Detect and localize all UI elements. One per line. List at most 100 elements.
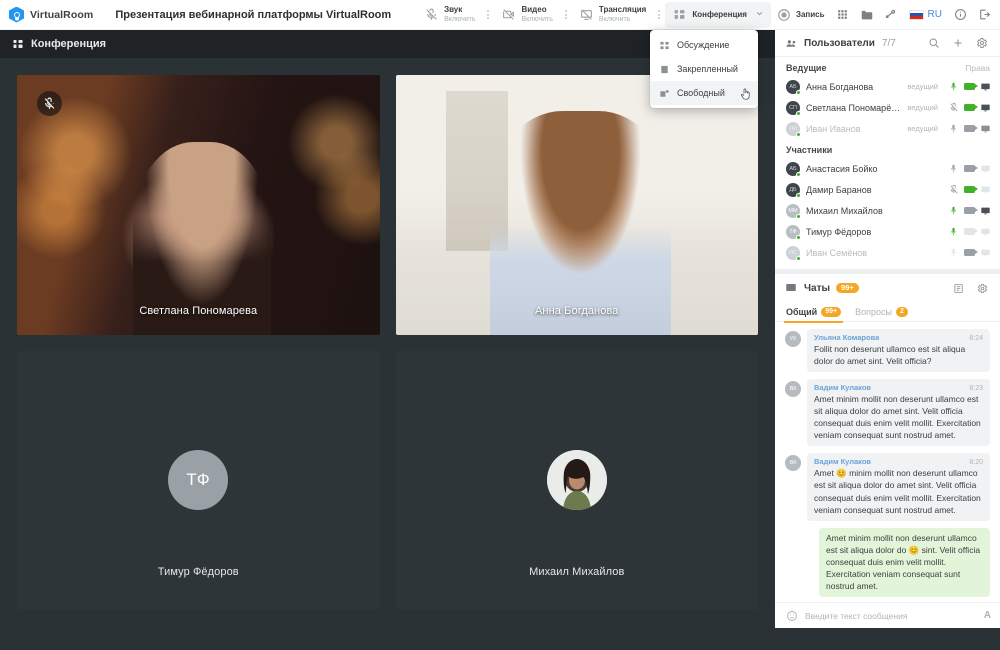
microphone-icon[interactable] bbox=[948, 205, 959, 216]
microphone-icon[interactable] bbox=[948, 247, 959, 258]
toolbar-record-button[interactable]: Запись bbox=[771, 7, 831, 22]
camera-icon[interactable] bbox=[964, 205, 975, 216]
user-row[interactable]: ИИ Иван Иванов ведущий bbox=[775, 118, 1000, 139]
toolbar-video-button[interactable]: Видео Включить bbox=[494, 2, 559, 28]
gear-icon[interactable] bbox=[973, 34, 991, 52]
microphone-icon[interactable] bbox=[948, 123, 959, 134]
toolbar-video-menu-button[interactable] bbox=[561, 10, 571, 19]
layout-grid-icon bbox=[672, 7, 687, 22]
microphone-off-icon bbox=[424, 7, 439, 22]
user-row[interactable]: ТФ Тимур Фёдоров bbox=[775, 221, 1000, 242]
apps-grid-icon[interactable] bbox=[832, 4, 854, 26]
chat-messages[interactable]: УК Ульяна Комарова 8:24 Follit non deser… bbox=[775, 322, 1000, 602]
toolbar-conference-mode-button[interactable]: Конференция bbox=[665, 2, 771, 28]
section-title: Ведущие bbox=[786, 63, 826, 73]
video-tile-name: Тимур Фёдоров bbox=[17, 566, 380, 578]
user-row[interactable]: СП Светлана Пономарёва… ведущий bbox=[775, 97, 1000, 118]
info-circle-icon[interactable] bbox=[949, 4, 971, 26]
user-row[interactable]: ММ Михаил Михайлов bbox=[775, 200, 1000, 221]
language-switcher[interactable]: RU bbox=[904, 4, 947, 26]
user-row[interactable]: ИС Иван Семёнов bbox=[775, 242, 1000, 263]
toolbar-record-label: Запись bbox=[796, 10, 825, 19]
microphone-off-icon[interactable] bbox=[948, 184, 959, 195]
screen-share-icon[interactable] bbox=[980, 226, 991, 237]
user-row[interactable]: ДБ Дамир Баранов bbox=[775, 179, 1000, 200]
search-icon[interactable] bbox=[925, 34, 943, 52]
video-tile-timur[interactable]: ТФ Тимур Фёдоров bbox=[17, 351, 380, 611]
text-format-icon[interactable]: A bbox=[984, 610, 991, 621]
plus-icon[interactable] bbox=[949, 34, 967, 52]
avatar-initials: ММ bbox=[788, 208, 797, 214]
tab-voprosy[interactable]: Вопросы 2 bbox=[855, 302, 908, 322]
layout-grid-icon bbox=[12, 38, 24, 50]
users-section-header-hosts: Ведущие Права bbox=[775, 57, 1000, 76]
screen-share-icon[interactable] bbox=[980, 102, 991, 113]
avatar: СП bbox=[786, 101, 800, 115]
chat-composer: Введите текст сообщения A bbox=[775, 602, 1000, 628]
free-layout-icon bbox=[658, 87, 670, 99]
microphone-off-icon[interactable] bbox=[948, 102, 959, 113]
online-dot bbox=[796, 235, 801, 240]
section-title: Участники bbox=[786, 145, 832, 155]
toolbar-broadcast-button[interactable]: Трансляция Включить bbox=[572, 2, 653, 28]
camera-icon[interactable] bbox=[964, 102, 975, 113]
participant-video-feed bbox=[396, 75, 759, 335]
notes-icon[interactable] bbox=[949, 279, 967, 297]
folder-icon[interactable] bbox=[856, 4, 878, 26]
message-bubble: Amet minim mollit non deserunt ullamco e… bbox=[819, 528, 990, 597]
toolbar-audio-menu-button[interactable] bbox=[483, 10, 493, 19]
microphone-icon[interactable] bbox=[948, 163, 959, 174]
main-body: Конференция Светлана Пономарева bbox=[0, 30, 1000, 628]
avatar: ТФ bbox=[786, 225, 800, 239]
camera-icon[interactable] bbox=[964, 81, 975, 92]
video-tile-mikhail[interactable]: Михаил Михайлов bbox=[396, 351, 759, 611]
video-tile-svetlana[interactable]: Светлана Пономарева bbox=[17, 75, 380, 335]
user-name: Светлана Пономарёва… bbox=[806, 103, 901, 113]
message-input[interactable]: Введите текст сообщения bbox=[805, 611, 977, 621]
bottom-bar bbox=[0, 628, 1000, 650]
message-author: Ульяна Комарова bbox=[814, 333, 879, 342]
avatar: ИИ bbox=[786, 122, 800, 136]
screen-share-icon[interactable] bbox=[980, 205, 991, 216]
user-row[interactable]: АБ Анна Богданова ведущий bbox=[775, 76, 1000, 97]
screen-share-icon[interactable] bbox=[980, 247, 991, 258]
screen-share-icon[interactable] bbox=[980, 163, 991, 174]
message-time: 8:23 bbox=[969, 385, 983, 392]
record-circle-icon bbox=[777, 7, 792, 22]
camera-icon[interactable] bbox=[964, 184, 975, 195]
camera-icon[interactable] bbox=[964, 163, 975, 174]
toolbar-broadcast-menu-button[interactable] bbox=[654, 10, 664, 19]
camera-icon[interactable] bbox=[964, 247, 975, 258]
avatar: УК bbox=[785, 331, 801, 347]
user-controls bbox=[948, 184, 991, 195]
users-section-header-participants: Участники bbox=[775, 139, 1000, 158]
dropdown-item-pinned[interactable]: Закрепленный bbox=[650, 57, 758, 81]
brand-name: VirtualRoom bbox=[30, 9, 93, 21]
video-grid: Светлана Пономарева Анна Богданова ТФ Ти… bbox=[0, 58, 775, 628]
smiley-icon[interactable] bbox=[785, 609, 798, 622]
camera-icon[interactable] bbox=[964, 123, 975, 134]
message-bubble: Вадим Кулаков 8:23 Amet minim mollit non… bbox=[807, 379, 990, 446]
exit-door-icon[interactable] bbox=[973, 4, 995, 26]
gear-icon[interactable] bbox=[973, 279, 991, 297]
screen-share-icon[interactable] bbox=[980, 123, 991, 134]
avatar-initials: СП bbox=[789, 105, 797, 111]
user-row[interactable]: АБ Анастасия Бойко bbox=[775, 158, 1000, 179]
share-link-icon[interactable] bbox=[880, 4, 902, 26]
dropdown-item-discussion[interactable]: Обсуждение bbox=[650, 33, 758, 57]
tab-obshiy[interactable]: Общий 99+ bbox=[786, 302, 841, 322]
online-dot bbox=[796, 193, 801, 198]
toolbar-audio-button[interactable]: Звук Включить bbox=[417, 2, 482, 28]
camera-icon[interactable] bbox=[964, 226, 975, 237]
video-tile-anna[interactable]: Анна Богданова bbox=[396, 75, 759, 335]
microphone-icon[interactable] bbox=[948, 81, 959, 92]
microphone-icon[interactable] bbox=[948, 226, 959, 237]
screen-share-icon[interactable] bbox=[980, 81, 991, 92]
toolbar-audio-group: Звук Включить bbox=[417, 0, 494, 30]
avatar-initials: АБ bbox=[789, 84, 796, 90]
chat-panel-title: Чаты bbox=[804, 283, 830, 294]
message-text: Follit non deserunt ullamco est sit aliq… bbox=[814, 343, 983, 367]
screen-share-icon[interactable] bbox=[980, 184, 991, 195]
dropdown-item-free[interactable]: Свободный bbox=[650, 81, 758, 105]
participant-video-feed bbox=[17, 75, 380, 335]
